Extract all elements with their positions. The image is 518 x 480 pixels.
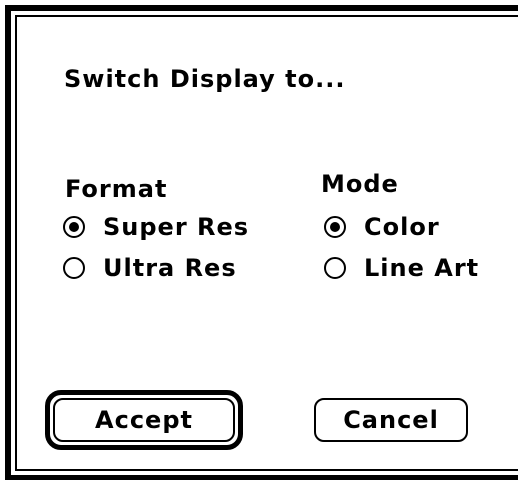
radio-super-res-label: Super Res [103, 213, 250, 241]
radio-selected-icon[interactable] [63, 216, 85, 238]
radio-color-label: Color [364, 213, 440, 241]
radio-super-res[interactable]: Super Res [63, 215, 249, 239]
radio-line-art-label: Line Art [364, 254, 480, 282]
mode-group-label: Mode [321, 170, 399, 198]
radio-unselected-icon[interactable] [324, 257, 346, 279]
radio-ultra-res[interactable]: Ultra Res [63, 256, 237, 280]
radio-color[interactable]: Color [324, 215, 440, 239]
radio-ultra-res-label: Ultra Res [103, 254, 237, 282]
radio-line-art[interactable]: Line Art [324, 256, 479, 280]
dialog-title: Switch Display to... [64, 65, 346, 93]
radio-selected-icon[interactable] [324, 216, 346, 238]
accept-button[interactable]: Accept [53, 398, 235, 442]
cancel-button[interactable]: Cancel [314, 398, 468, 442]
radio-unselected-icon[interactable] [63, 257, 85, 279]
format-group-label: Format [65, 175, 168, 203]
